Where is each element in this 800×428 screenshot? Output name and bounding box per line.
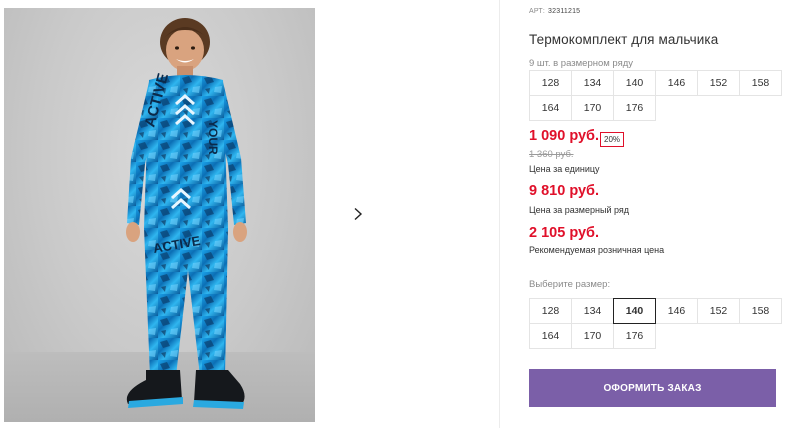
series-size-cell: 164 bbox=[529, 95, 572, 121]
series-price: 9 810 руб. bbox=[529, 183, 600, 199]
series-size-cell: 170 bbox=[571, 95, 614, 121]
rrp-price-label: Рекомендуемая розничная цена bbox=[529, 245, 665, 255]
series-price-label: Цена за размерный ряд bbox=[529, 205, 630, 215]
series-size-cell: 176 bbox=[613, 95, 656, 121]
size-select-grid: 128 134 140 146 152 158 164 170 176 bbox=[529, 298, 782, 349]
series-size-cell: 128 bbox=[529, 70, 572, 96]
garment-print-2: YOUR bbox=[206, 120, 220, 155]
discount-badge: 20% bbox=[600, 132, 625, 147]
price-old: 1 360 руб. bbox=[529, 149, 574, 160]
size-option[interactable]: 146 bbox=[655, 298, 698, 324]
series-size-cell: 134 bbox=[571, 70, 614, 96]
boy-in-thermal-set-illustration: ACTIVE YOUR ACTIVE bbox=[126, 18, 247, 409]
size-option[interactable]: 164 bbox=[529, 323, 572, 349]
product-photo[interactable]: ACTIVE YOUR ACTIVE bbox=[4, 8, 315, 422]
size-option[interactable]: 176 bbox=[613, 323, 656, 349]
size-option[interactable]: 152 bbox=[697, 298, 740, 324]
article-value: 32311215 bbox=[548, 8, 581, 15]
size-option[interactable]: 128 bbox=[529, 298, 572, 324]
product-gallery: ACTIVE YOUR ACTIVE bbox=[0, 0, 500, 428]
size-series-grid: 128 134 140 146 152 158 164 170 176 bbox=[529, 70, 782, 121]
size-option-selected[interactable]: 140 bbox=[613, 298, 656, 324]
series-size-cell: 158 bbox=[739, 70, 782, 96]
series-size-cell: 140 bbox=[613, 70, 656, 96]
article-label: АРТ: bbox=[529, 8, 546, 15]
series-quantity-note: 9 шт. в размерном ряду bbox=[529, 58, 634, 69]
place-order-button[interactable]: ОФОРМИТЬ ЗАКАЗ bbox=[529, 369, 776, 407]
size-option[interactable]: 134 bbox=[571, 298, 614, 324]
rrp-price: 2 105 руб. bbox=[529, 225, 600, 241]
size-option[interactable]: 158 bbox=[739, 298, 782, 324]
article-number: АРТ: 32311215 bbox=[529, 8, 580, 15]
choose-size-label: Выберите размер: bbox=[529, 279, 611, 290]
price-current: 1 090 руб. bbox=[529, 128, 600, 144]
size-option[interactable]: 170 bbox=[571, 323, 614, 349]
series-size-cell: 152 bbox=[697, 70, 740, 96]
gallery-next-button[interactable] bbox=[339, 195, 377, 233]
unit-price-label: Цена за единицу bbox=[529, 164, 600, 174]
product-title: Термокомплект для мальчика bbox=[529, 32, 719, 47]
chevron-right-icon bbox=[354, 207, 363, 221]
series-size-cell: 146 bbox=[655, 70, 698, 96]
